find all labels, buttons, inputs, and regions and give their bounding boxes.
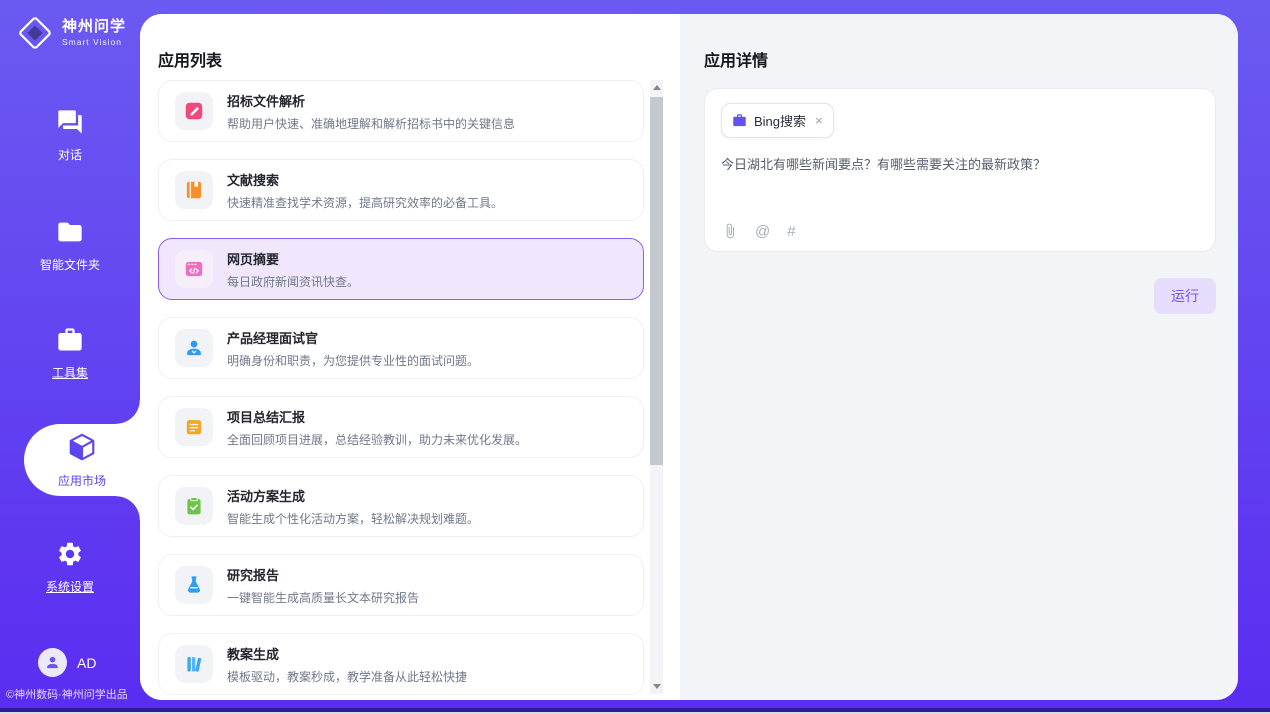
app-desc: 智能生成个性化活动方案，轻松解决规划难题。 <box>227 510 479 527</box>
sidebar-item-tools[interactable]: 工具集 <box>0 326 140 381</box>
avatar <box>38 648 67 677</box>
user-initials: AD <box>77 655 96 671</box>
app-desc: 全面回顾项目进展，总结经验教训，助力未来优化发展。 <box>227 431 527 448</box>
toolbox-icon <box>56 341 84 358</box>
main-panel: 应用列表 招标文件解析 帮助用户快速、准确地理解和解析招标书中的关键信息 文献搜… <box>140 14 1238 700</box>
tool-chip-bing-search[interactable]: Bing搜索 × <box>721 103 834 138</box>
research-icon <box>175 566 213 604</box>
app-card[interactable]: 产品经理面试官 明确身份和职责，为您提供专业性的面试问题。 <box>158 317 644 379</box>
folder-icon <box>56 233 84 250</box>
app-detail-panel: 应用详情 Bing搜索 × 今日湖北有哪些新闻要点？有哪些需要关注的最新政策？ … <box>680 14 1238 700</box>
edit-icon <box>175 92 213 130</box>
app-list: 招标文件解析 帮助用户快速、准确地理解和解析招标书中的关键信息 文献搜索 快速精… <box>158 80 644 700</box>
gear-icon <box>56 555 84 572</box>
attachment-icon[interactable] <box>722 223 738 239</box>
app-title: 招标文件解析 <box>227 91 515 110</box>
books-icon <box>175 645 213 683</box>
scroll-up-button[interactable] <box>650 80 663 95</box>
app-list-panel: 应用列表 招标文件解析 帮助用户快速、准确地理解和解析招标书中的关键信息 文献搜… <box>140 14 680 700</box>
copyright-text: ©神州数码·神州问学出品 <box>6 686 128 702</box>
query-input[interactable]: 今日湖北有哪些新闻要点？有哪些需要关注的最新政策？ <box>721 155 1199 175</box>
hash-icon[interactable]: # <box>787 224 795 239</box>
app-card[interactable]: 教案生成 模板驱动，教案秒成，教学准备从此轻松快捷 <box>158 633 644 695</box>
app-title: 研究报告 <box>227 565 419 584</box>
chip-close-icon[interactable]: × <box>815 113 823 128</box>
app-card[interactable]: 活动方案生成 智能生成个性化活动方案，轻松解决规划难题。 <box>158 475 644 537</box>
app-title: 文献搜索 <box>227 170 503 189</box>
user-account[interactable]: AD <box>38 648 96 677</box>
brand-logo: 神州问学 Smart Vision <box>16 14 126 52</box>
briefcase-icon <box>732 113 747 128</box>
brand-name: 神州问学 <box>62 19 126 36</box>
app-detail-title: 应用详情 <box>704 47 1216 71</box>
prompt-card: Bing搜索 × 今日湖北有哪些新闻要点？有哪些需要关注的最新政策？ @ # <box>704 88 1216 252</box>
clipboard-icon <box>175 487 213 525</box>
app-list-title: 应用列表 <box>140 27 680 71</box>
app-card[interactable]: 招标文件解析 帮助用户快速、准确地理解和解析招标书中的关键信息 <box>158 80 644 142</box>
run-button[interactable]: 运行 <box>1154 278 1216 314</box>
sidebar: 神州问学 Smart Vision 对话智能文件夹工具集应用市场系统设置 AD … <box>0 0 140 714</box>
app-desc: 模板驱动，教案秒成，教学准备从此轻松快捷 <box>227 668 467 685</box>
sidebar-item-folders[interactable]: 智能文件夹 <box>0 218 140 273</box>
note-icon <box>175 408 213 446</box>
app-desc: 快速精准查找学术资源，提高研究效率的必备工具。 <box>227 194 503 211</box>
app-title: 项目总结汇报 <box>227 407 527 426</box>
app-title: 教案生成 <box>227 644 467 663</box>
app-desc: 帮助用户快速、准确地理解和解析招标书中的关键信息 <box>227 115 515 132</box>
browser-icon <box>175 250 213 288</box>
sidebar-item-settings[interactable]: 系统设置 <box>0 540 140 595</box>
scroll-down-button[interactable] <box>650 679 663 694</box>
tool-chip-label: Bing搜索 <box>754 111 806 130</box>
sidebar-item-chat[interactable]: 对话 <box>0 108 140 163</box>
app-title: 网页摘要 <box>227 249 359 268</box>
app-card[interactable]: 研究报告 一键智能生成高质量长文本研究报告 <box>158 554 644 616</box>
person-icon <box>44 654 61 671</box>
brand-tagline: Smart Vision <box>62 38 126 47</box>
app-card[interactable]: 网页摘要 每日政府新闻资讯快查。 <box>158 238 644 300</box>
scrollbar[interactable] <box>650 80 663 694</box>
app-desc: 明确身份和职责，为您提供专业性的面试问题。 <box>227 352 479 369</box>
sidebar-item-market[interactable]: 应用市场 <box>24 424 140 496</box>
app-card[interactable]: 文献搜索 快速精准查找学术资源，提高研究效率的必备工具。 <box>158 159 644 221</box>
triangle-up-icon <box>653 85 661 90</box>
cube-icon <box>67 432 97 467</box>
app-desc: 一键智能生成高质量长文本研究报告 <box>227 589 419 606</box>
mention-icon[interactable]: @ <box>755 224 770 239</box>
app-title: 产品经理面试官 <box>227 328 479 347</box>
scrollbar-thumb[interactable] <box>650 97 663 465</box>
app-card[interactable]: 项目总结汇报 全面回顾项目进展，总结经验教训，助力未来优化发展。 <box>158 396 644 458</box>
interviewer-icon <box>175 329 213 367</box>
input-toolbar: @ # <box>722 223 796 239</box>
diamond-logo-icon <box>16 14 54 52</box>
app-desc: 每日政府新闻资讯快查。 <box>227 273 359 290</box>
triangle-down-icon <box>653 684 661 689</box>
book-icon <box>175 171 213 209</box>
chat-icon <box>56 123 84 140</box>
app-title: 活动方案生成 <box>227 486 479 505</box>
